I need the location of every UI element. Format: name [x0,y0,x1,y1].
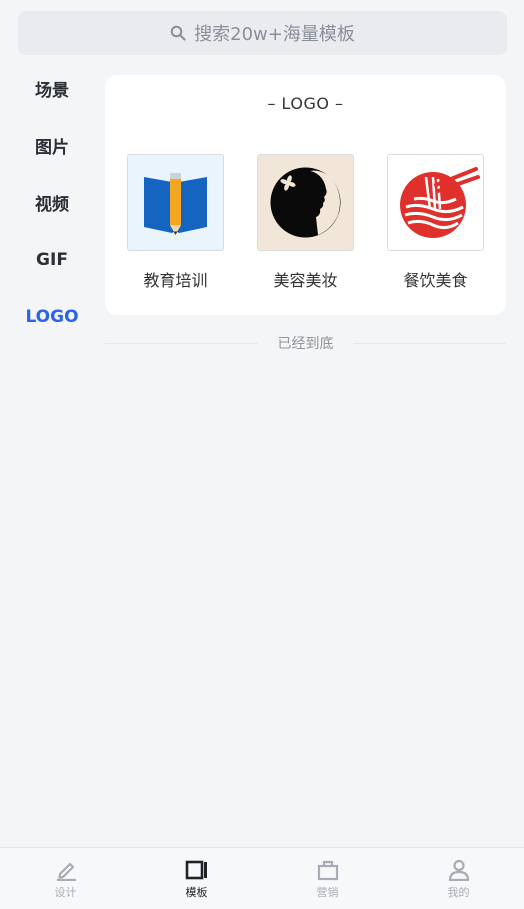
category-card-food[interactable]: 餐饮美食 [387,154,484,291]
tab-design[interactable]: 设计 [0,848,131,909]
category-card-beauty[interactable]: 美容美妆 [257,154,354,291]
logo-category-panel: – LOGO – 教育培训 美容美妆 餐饮美食 [105,75,506,315]
category-card-education[interactable]: 教育培训 [127,154,224,291]
woman-silhouette-icon [257,154,354,251]
sidebar-item-scene[interactable]: 场景 [0,60,104,117]
sidebar-item-logo[interactable]: LOGO [0,288,104,345]
end-of-list-text: 已经到底 [277,336,334,352]
search-placeholder: 搜索20w+海量模板 [194,24,355,45]
card-label: 美容美妆 [273,271,338,290]
briefcase-icon [317,860,338,881]
card-label: 餐饮美食 [403,271,468,290]
end-of-list-indicator: 已经到底 [105,333,506,353]
noodle-bowl-icon [387,154,484,251]
divider [105,342,258,344]
tab-label: 模板 [185,886,208,899]
sidebar-item-video[interactable]: 视频 [0,174,104,231]
section-title: – LOGO – [267,94,344,113]
user-icon [448,859,469,881]
tab-label: 设计 [54,886,77,899]
tab-label: 营销 [316,886,339,899]
tab-marketing[interactable]: 营销 [262,848,393,909]
tab-templates[interactable]: 模板 [131,848,262,909]
category-sidebar: 场景 图片 视频 GIF LOGO [0,60,104,345]
pen-icon [56,862,76,881]
search-icon [170,25,186,41]
bottom-tab-bar: 设计 模板 营销 我的 [0,847,524,909]
tab-label: 我的 [447,886,470,899]
tab-mine[interactable]: 我的 [393,848,524,909]
template-icon [185,860,207,880]
book-pencil-icon [127,154,224,251]
sidebar-item-gif[interactable]: GIF [0,231,104,288]
search-input[interactable]: 搜索20w+海量模板 [18,11,507,55]
card-label: 教育培训 [143,271,208,290]
sidebar-item-image[interactable]: 图片 [0,117,104,174]
divider [353,342,506,344]
